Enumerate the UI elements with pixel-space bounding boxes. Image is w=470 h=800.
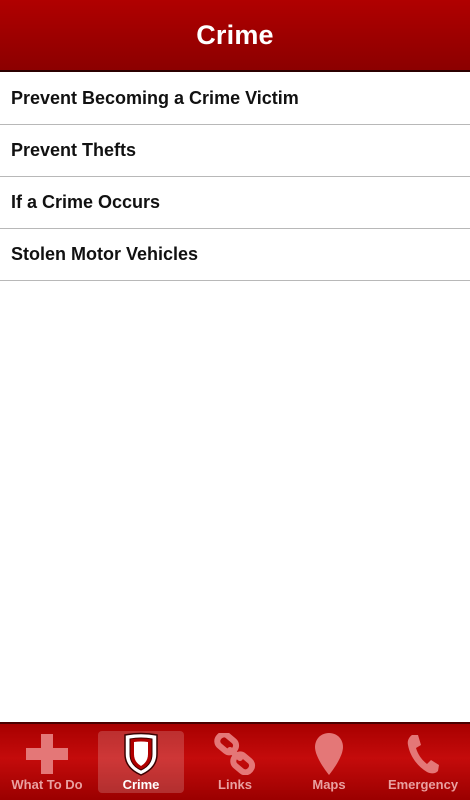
map-pin-icon xyxy=(306,733,352,775)
list-item-label: Stolen Motor Vehicles xyxy=(11,244,199,264)
list-item-label: Prevent Becoming a Crime Victim xyxy=(11,88,299,108)
tab-label: What To Do xyxy=(11,777,83,792)
list-item-stolen-motor-vehicles[interactable]: Stolen Motor Vehicles xyxy=(0,229,470,281)
tab-label: Maps xyxy=(312,777,346,792)
bottom-tab-bar: What To Do Crime Links Maps Emergency xyxy=(0,722,470,800)
shield-icon xyxy=(118,732,164,776)
list-item-label: Prevent Thefts xyxy=(11,140,137,160)
app-screen: Crime Prevent Becoming a Crime Victim Pr… xyxy=(0,0,470,800)
tab-label: Links xyxy=(218,777,252,792)
tab-label: Emergency xyxy=(387,777,459,792)
tab-label: Crime xyxy=(122,777,160,792)
tab-crime[interactable]: Crime xyxy=(94,724,188,800)
cross-icon xyxy=(24,733,70,775)
page-title: Crime xyxy=(196,19,274,50)
list-item-prevent-becoming-victim[interactable]: Prevent Becoming a Crime Victim xyxy=(0,73,470,125)
chain-link-icon xyxy=(212,733,258,775)
phone-icon xyxy=(400,733,446,775)
tab-maps[interactable]: Maps xyxy=(282,724,376,800)
tab-links[interactable]: Links xyxy=(188,724,282,800)
list-item-if-crime-occurs[interactable]: If a Crime Occurs xyxy=(0,177,470,229)
tab-what-to-do[interactable]: What To Do xyxy=(0,724,94,800)
list-item-prevent-thefts[interactable]: Prevent Thefts xyxy=(0,125,470,177)
list-item-label: If a Crime Occurs xyxy=(11,192,161,212)
title-bar: Crime xyxy=(0,0,470,72)
crime-topic-list: Prevent Becoming a Crime Victim Prevent … xyxy=(0,73,470,281)
tab-emergency[interactable]: Emergency xyxy=(376,724,470,800)
